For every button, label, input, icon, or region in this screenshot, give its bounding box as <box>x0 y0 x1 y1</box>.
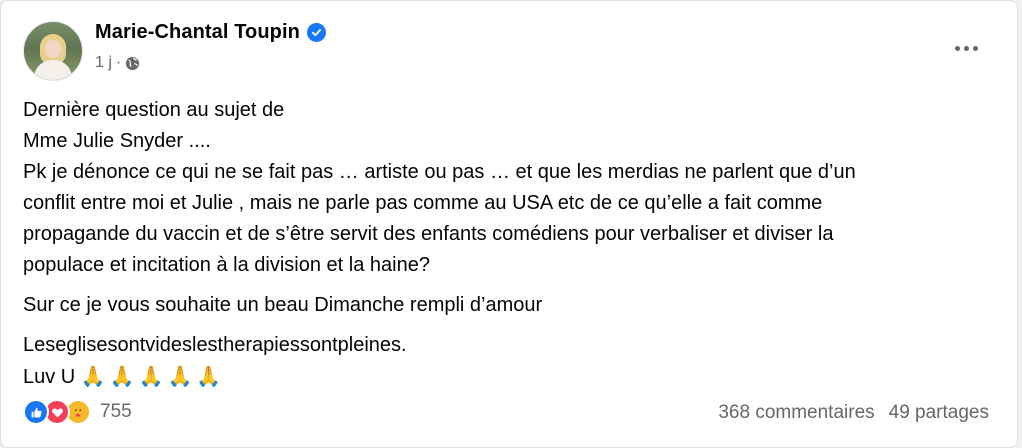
author-avatar[interactable] <box>23 21 83 81</box>
post-text-line: conflit entre moi et Julie , mais ne par… <box>23 192 823 214</box>
reaction-count: 755 <box>100 401 132 422</box>
avatar-body <box>34 60 72 80</box>
post-text-line: populace et incitation à la division et … <box>23 254 430 276</box>
post-paragraph: Dernière question au sujet de Mme Julie … <box>23 95 1003 281</box>
post-text-line: Pk je dénonce ce qui ne se fait pas … ar… <box>23 161 856 183</box>
post-timestamp[interactable]: 1 j <box>95 54 112 72</box>
more-options-icon[interactable] <box>946 31 986 65</box>
post-body: Dernière question au sujet de Mme Julie … <box>23 95 1003 393</box>
more-dot <box>972 45 978 51</box>
post-text-line: Leseglisesontvideslestherapiessontpleine… <box>23 334 407 356</box>
post-paragraph: Sur ce je vous souhaite un beau Dimanche… <box>23 290 1003 321</box>
post-text-line: propagande du vaccin et de s’être servit… <box>23 223 834 245</box>
avatar-face <box>45 40 61 58</box>
signoff-text: Luv U <box>23 366 76 388</box>
verified-badge-icon <box>306 23 326 42</box>
post-text-line: Sur ce je vous souhaite un beau Dimanche… <box>23 294 543 316</box>
author-name[interactable]: Marie-Chantal Toupin <box>95 21 300 44</box>
engagement-stats: 368 commentaires 49 partages <box>718 402 989 424</box>
praying-hands-emoji: 🙏🙏🙏🙏🙏 <box>80 364 226 388</box>
post-text-line: Luv U 🙏🙏🙏🙏🙏 <box>23 361 1003 393</box>
more-dot <box>963 45 969 51</box>
post-header: Marie-Chantal Toupin <box>95 21 326 44</box>
reactions-summary[interactable]: 755 <box>23 399 132 425</box>
more-dot <box>954 45 960 51</box>
post-text-line: Dernière question au sujet de <box>23 99 285 121</box>
post-paragraph: Leseglisesontvideslestherapiessontpleine… <box>23 330 1003 393</box>
like-icon <box>23 399 49 425</box>
meta-separator: · <box>115 54 122 71</box>
post-meta: 1 j · <box>95 54 140 72</box>
shares-count-link[interactable]: 49 partages <box>889 402 989 424</box>
post-card: Marie-Chantal Toupin 1 j · Dernière ques… <box>0 0 1018 448</box>
globe-icon[interactable] <box>125 56 140 71</box>
comments-count-link[interactable]: 368 commentaires <box>718 402 874 424</box>
post-text-line: Mme Julie Snyder .... <box>23 130 211 152</box>
